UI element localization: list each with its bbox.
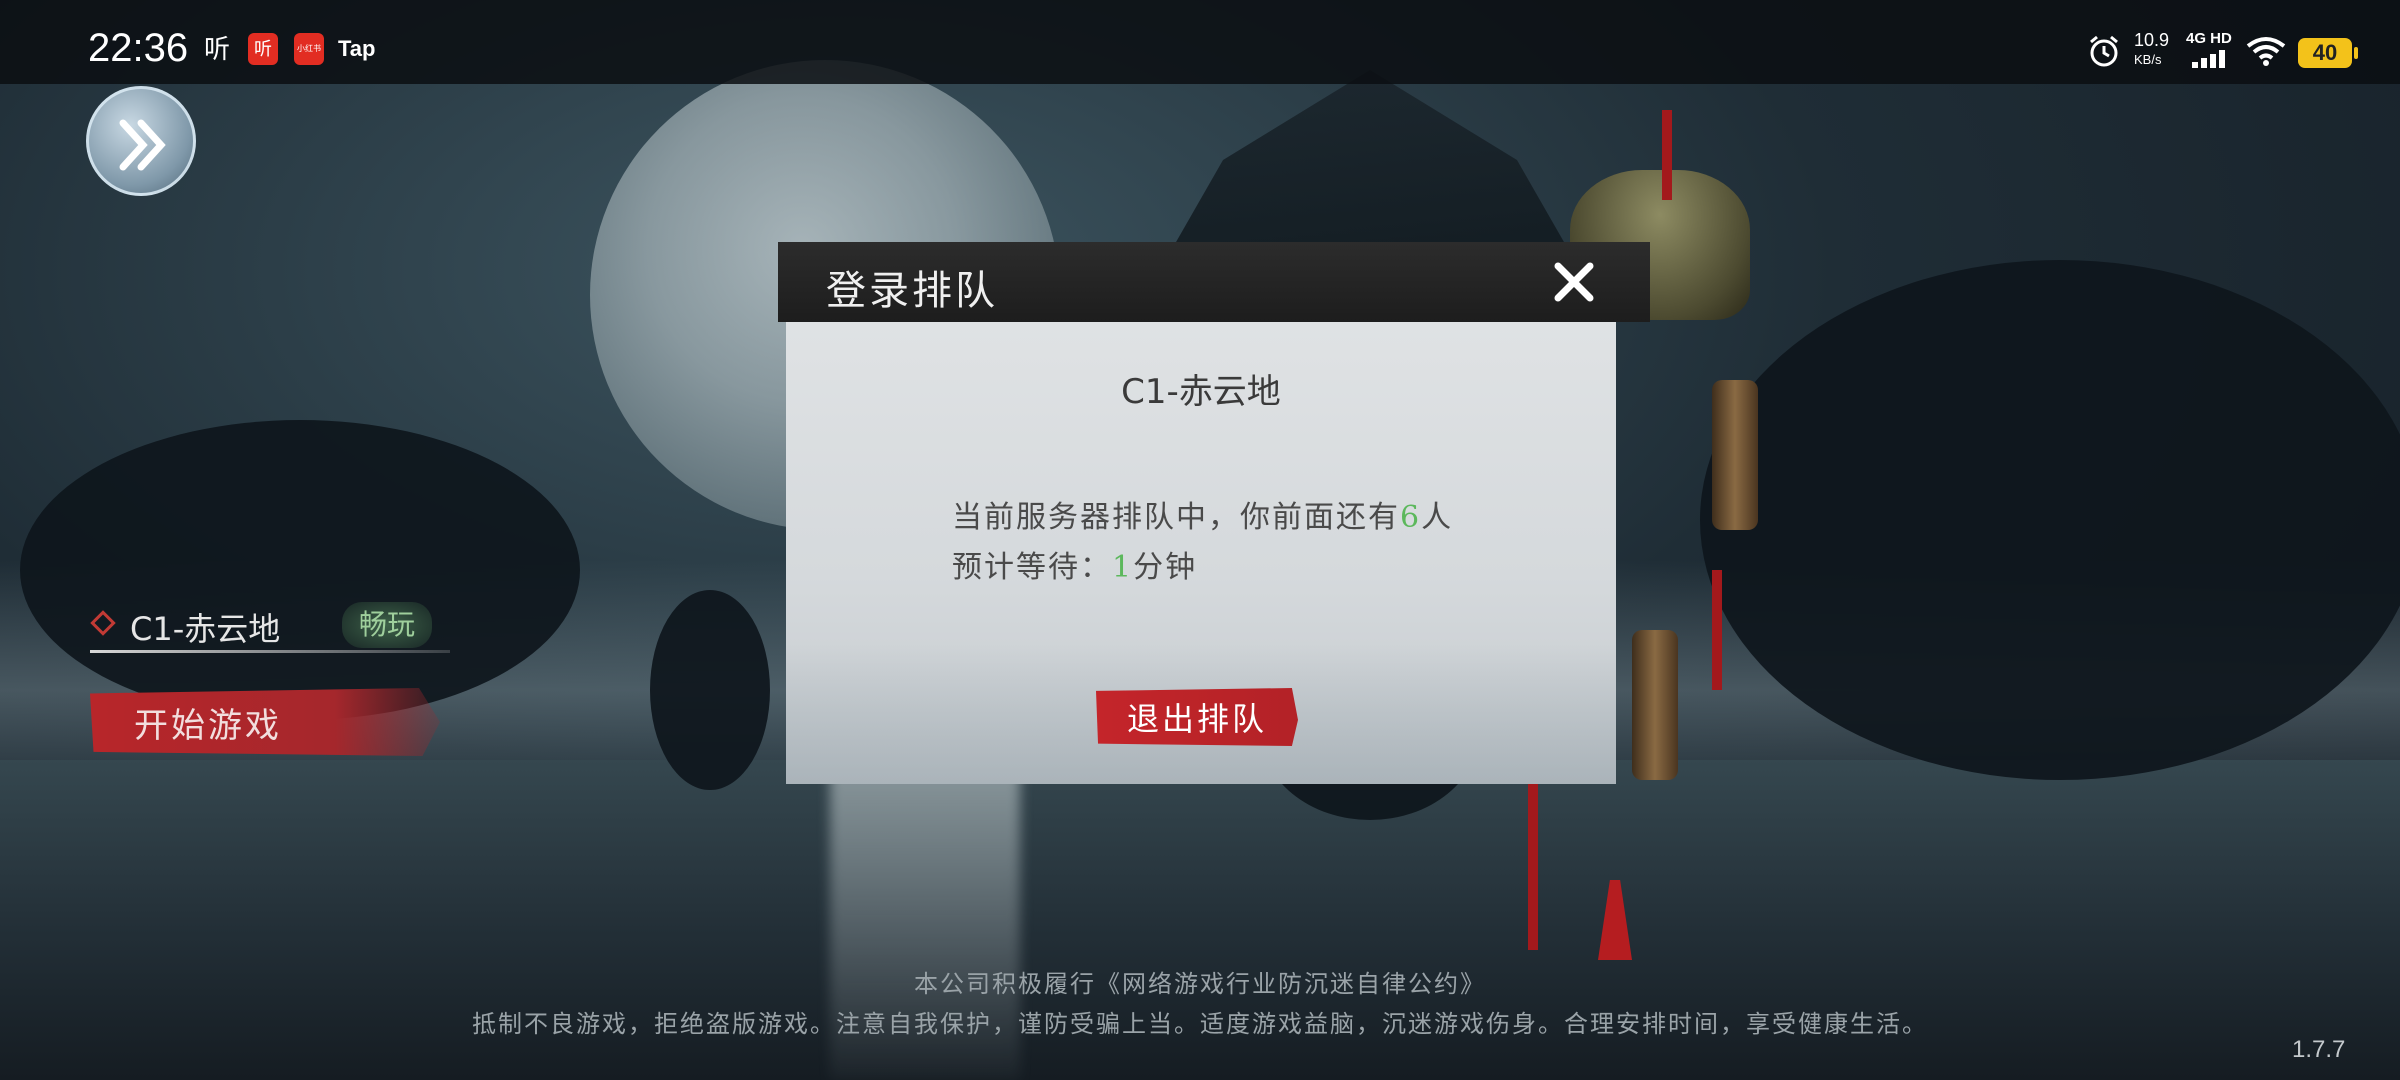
network-type: 4G HD: [2186, 30, 2232, 47]
xiaohongshu-app-icon: 小红书: [294, 33, 324, 65]
queue-count: 6: [1400, 500, 1422, 535]
chime-cord: [1662, 110, 1672, 200]
wait-minutes: 1: [1112, 550, 1134, 585]
server-status-badge: 畅玩: [342, 602, 432, 648]
tree-silhouette: [20, 420, 580, 720]
server-name: C1-赤云地: [130, 610, 281, 648]
quit-queue-button[interactable]: 退出排队: [1096, 688, 1298, 746]
taptap-app-icon: Tap: [338, 36, 376, 61]
wait-prefix: 预计等待：: [952, 550, 1112, 585]
listen-red-app-icon: 听: [248, 33, 278, 65]
server-underline: [90, 650, 450, 653]
queue-position-text: 当前服务器排队中，你前面还有6人: [952, 492, 1453, 536]
start-game-button[interactable]: 开始游戏: [90, 688, 440, 756]
alarm-icon: [2090, 35, 2118, 67]
signal-icon: [2192, 50, 2225, 68]
status-bar: 22:36 听 听 小红书 Tap 10.9 KB/s 4G HD 40: [0, 0, 2400, 84]
clock: 22:36: [88, 26, 189, 70]
anti-addiction-notice-title: 本公司积极履行《网络游戏行业防沉迷自律公约》: [914, 970, 1486, 998]
wait-time-text: 预计等待：1分钟: [952, 542, 1197, 586]
version-number: 1.7.7: [2292, 1036, 2346, 1063]
login-queue-dialog: 登录排队 C1-赤云地 当前服务器排队中，你前面还有6人 预计等待：1分钟 退出…: [778, 242, 1650, 784]
dialog-header: 登录排队: [778, 242, 1650, 322]
start-game-label: 开始游戏: [134, 706, 282, 746]
wind-chime-tube: [1712, 380, 1758, 530]
wifi-icon: [2246, 37, 2286, 66]
battery-indicator: 40: [2298, 38, 2358, 68]
net-speed-unit: KB/s: [2134, 52, 2162, 67]
chime-tassel: [1712, 570, 1722, 690]
diamond-icon: [90, 610, 116, 636]
floating-assistant-button[interactable]: [86, 86, 196, 196]
dialog-server-name: C1-赤云地: [1121, 372, 1281, 412]
quit-queue-label: 退出排队: [1126, 700, 1267, 738]
server-selector[interactable]: C1-赤云地 畅玩: [90, 600, 450, 654]
dialog-title: 登录排队: [826, 268, 998, 314]
wait-suffix: 分钟: [1133, 550, 1198, 585]
queue-suffix: 人: [1421, 500, 1454, 535]
queue-prefix: 当前服务器排队中，你前面还有: [952, 500, 1400, 535]
double-chevron-right-icon: [119, 119, 166, 171]
close-icon[interactable]: [1550, 258, 1598, 306]
net-speed: 10.9: [2134, 30, 2170, 50]
tree-silhouette: [650, 590, 770, 790]
chime-tassel: [1528, 780, 1538, 950]
listen-app-icon: 听: [204, 34, 231, 64]
tree-silhouette: [1700, 260, 2400, 780]
dialog-body: C1-赤云地 当前服务器排队中，你前面还有6人 预计等待：1分钟 退出排队: [786, 322, 1616, 784]
anti-addiction-notice-body: 抵制不良游戏，拒绝盗版游戏。注意自我保护，谨防受骗上当。适度游戏益脑，沉迷游戏伤…: [472, 1010, 1928, 1038]
pagoda-silhouette: [1160, 70, 1580, 270]
